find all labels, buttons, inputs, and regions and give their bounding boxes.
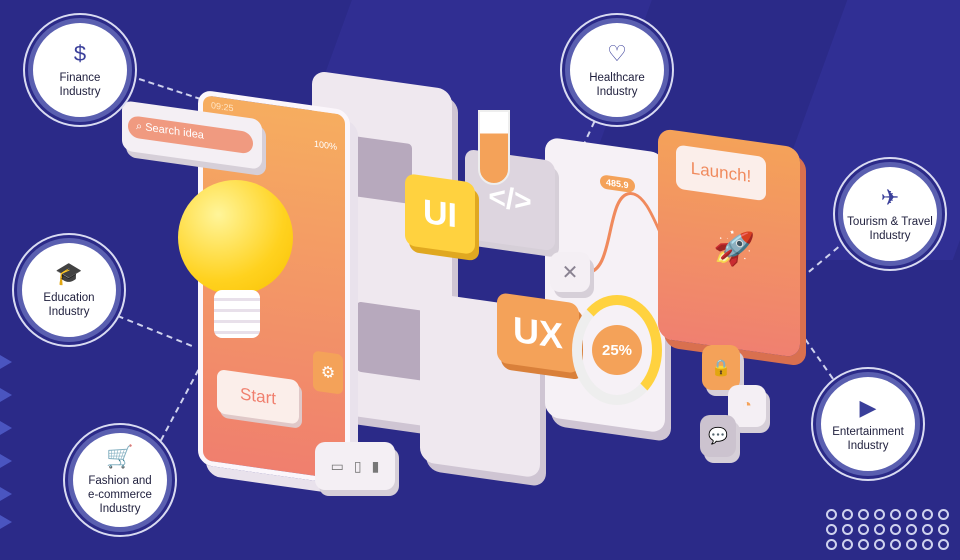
laptop-icon: ▭	[330, 457, 344, 474]
dot	[906, 539, 917, 550]
triangle-decoration	[0, 355, 12, 369]
dot	[938, 524, 949, 535]
dot	[922, 509, 933, 520]
progress-donut: 25%	[572, 295, 662, 405]
dot	[922, 539, 933, 550]
ux-tile: UX	[497, 292, 579, 374]
connector-line	[160, 369, 200, 441]
industry-label: Fashion and e-commerce Industry	[88, 475, 152, 515]
industry-circle-0[interactable]: $ Finance Industry	[28, 18, 132, 122]
test-tube-icon	[478, 110, 510, 185]
shopping-cart-icon: 🛒	[106, 444, 134, 469]
dot	[874, 539, 885, 550]
industry-circle-4[interactable]: ▶ Entertainment Industry	[816, 372, 920, 476]
triangle-decoration	[0, 421, 12, 435]
triangle-decoration	[0, 388, 12, 402]
battery-level: 100%	[313, 138, 337, 152]
dot	[842, 509, 853, 520]
dot-grid-decoration	[826, 509, 950, 550]
industry-label: Tourism & Travel Industry	[847, 216, 933, 242]
industry-label: Healthcare Industry	[589, 72, 645, 98]
industry-circle-5[interactable]: 🛒 Fashion and e-commerce Industry	[68, 428, 172, 532]
code-icon: </>	[488, 179, 532, 220]
tablet-icon: ▯	[353, 457, 362, 474]
lightbulb-base	[214, 290, 260, 338]
industry-circle-2[interactable]: ✈ Tourism & Travel Industry	[838, 162, 942, 266]
rocket-icon: 🚀	[713, 226, 756, 271]
dot	[842, 539, 853, 550]
ui-tile: UI	[405, 173, 475, 255]
dot	[890, 524, 901, 535]
coins-dollar-icon: $	[73, 41, 87, 66]
industry-label: Entertainment Industry	[832, 426, 904, 452]
search-input[interactable]: ⌕ Search idea	[128, 115, 253, 155]
image-placeholder-icon	[342, 134, 412, 205]
industry-circle-1[interactable]: ♡ Healthcare Industry	[565, 18, 669, 122]
dot	[922, 524, 933, 535]
dot	[906, 509, 917, 520]
ux-label: UX	[512, 308, 563, 357]
start-button[interactable]: Start	[217, 368, 299, 425]
image-placeholder-icon	[357, 301, 427, 382]
mobile-icon: ▮	[371, 457, 380, 474]
dot	[842, 524, 853, 535]
dot	[938, 509, 949, 520]
launch-card: Launch! 🚀	[658, 128, 800, 358]
connector-line	[117, 315, 193, 347]
devices-card: ▭ ▯ ▮	[315, 442, 395, 490]
launch-button[interactable]: Launch!	[676, 144, 766, 202]
triangle-decoration	[0, 487, 12, 501]
chat-icon: 💬	[700, 415, 736, 457]
dot	[858, 539, 869, 550]
dot	[938, 539, 949, 550]
dot	[874, 509, 885, 520]
industry-label: Education Industry	[43, 292, 95, 318]
status-time: 09:25	[211, 100, 234, 114]
classroom-icon: 🎓	[55, 261, 83, 286]
tools-icon: ✕	[550, 252, 590, 292]
triangle-decoration	[0, 454, 12, 468]
industry-circle-3[interactable]: 🎓 Education Industry	[17, 238, 121, 342]
industry-label: Finance Industry	[59, 72, 101, 98]
dot	[858, 524, 869, 535]
dot	[874, 524, 885, 535]
traveler-icon: ✈	[880, 185, 900, 210]
media-screen-icon: ▶	[859, 395, 877, 420]
shopping-bag-icon: 🔒	[702, 345, 740, 390]
triangle-decoration	[0, 515, 12, 529]
ui-label: UI	[423, 192, 457, 235]
dot	[826, 509, 837, 520]
dot	[890, 509, 901, 520]
dot	[890, 539, 901, 550]
lightbulb-icon	[178, 180, 293, 295]
dot	[906, 524, 917, 535]
percent-label: 25%	[592, 325, 642, 375]
search-placeholder: Search idea	[145, 121, 204, 142]
dot	[826, 524, 837, 535]
dot	[858, 509, 869, 520]
gear-icon: ⚙	[313, 350, 343, 395]
dot	[826, 539, 837, 550]
connector-line	[129, 75, 202, 101]
hands-heart-icon: ♡	[607, 41, 627, 66]
